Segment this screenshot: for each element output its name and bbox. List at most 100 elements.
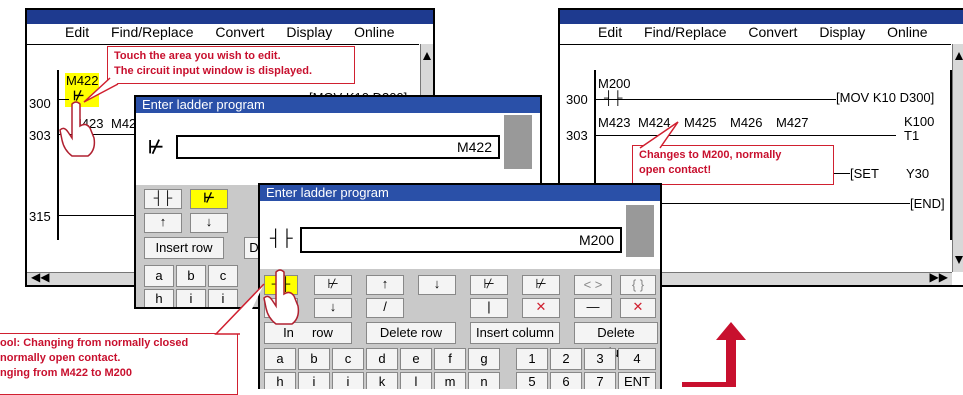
scroll-up-icon[interactable] xyxy=(955,52,963,60)
insert-column-button[interactable]: Insert column xyxy=(470,322,560,344)
menu-online[interactable]: Online xyxy=(354,24,394,40)
key-delete-vertical[interactable]: ✕ xyxy=(522,298,560,318)
key-falling-edge[interactable]: ↓ xyxy=(190,213,228,233)
right-title-bar xyxy=(560,10,963,24)
instruction-end: [END] xyxy=(910,196,945,211)
key-invert[interactable]: / xyxy=(366,298,404,318)
key-7[interactable]: 7 xyxy=(584,372,616,389)
row-number-303: 303 xyxy=(566,128,588,143)
menu-online[interactable]: Online xyxy=(887,24,927,40)
delete-column-button[interactable]: Delete column xyxy=(574,322,658,360)
instruction-set: [SET xyxy=(850,166,879,181)
right-vertical-scrollbar[interactable] xyxy=(952,44,963,272)
callout-changes: Changes to M200, normally open contact! xyxy=(632,145,834,185)
menu-edit[interactable]: Edit xyxy=(598,24,622,40)
key-l[interactable]: l xyxy=(400,372,432,389)
scroll-right-icon[interactable]: ▶▶ xyxy=(930,270,948,284)
key-b[interactable]: b xyxy=(176,265,206,287)
device-input-field[interactable]: M200 xyxy=(300,227,622,253)
rung-300-line xyxy=(596,99,858,100)
field-dropdown-icon[interactable] xyxy=(626,205,654,257)
key-enter[interactable]: ENT xyxy=(618,372,656,389)
key-e[interactable]: e xyxy=(400,348,432,370)
contact-label-m423: M423 xyxy=(598,115,631,130)
key-closed-pulse[interactable]: ⊬ xyxy=(470,275,508,295)
field-dropdown-icon[interactable] xyxy=(504,115,532,169)
menu-find-replace[interactable]: Find/Replace xyxy=(644,24,727,40)
normally-open-contact: ┤├ xyxy=(604,90,623,105)
menu-divider xyxy=(560,44,951,45)
key-g[interactable]: g xyxy=(468,348,500,370)
key-h[interactable]: h xyxy=(264,372,296,389)
menu-convert[interactable]: Convert xyxy=(748,24,797,40)
key-closed-contact[interactable]: ⊬ xyxy=(314,275,352,295)
key-vertical-line[interactable]: | xyxy=(470,298,508,318)
row-number-300: 300 xyxy=(566,92,588,107)
key-curly-bracket[interactable]: { } xyxy=(620,275,656,295)
row-number-300: 300 xyxy=(29,96,51,111)
touch-hand-icon xyxy=(59,101,96,157)
menu-divider xyxy=(27,44,419,45)
key-4[interactable]: 4 xyxy=(618,348,656,370)
key-n[interactable]: n xyxy=(468,372,500,389)
normally-open-symbol: ┤├ xyxy=(270,230,293,247)
key-6[interactable]: 6 xyxy=(550,372,582,389)
touch-hand-icon xyxy=(263,269,300,325)
scroll-down-icon[interactable] xyxy=(955,256,963,264)
key-j[interactable]: i xyxy=(332,372,364,389)
menu-convert[interactable]: Convert xyxy=(215,24,264,40)
key-closed-contact[interactable]: ⊬ xyxy=(190,189,228,209)
key-closed-pulse-2[interactable]: ⊬ xyxy=(522,275,560,295)
key-b[interactable]: b xyxy=(298,348,330,370)
key-i[interactable]: i xyxy=(176,289,206,307)
device-input-field[interactable]: M422 xyxy=(176,135,500,159)
key-delete-horizontal[interactable]: ✕ xyxy=(620,298,656,318)
menu-edit[interactable]: Edit xyxy=(65,24,89,40)
menu-display[interactable]: Display xyxy=(286,24,332,40)
row-number-303: 303 xyxy=(29,128,51,143)
callout-changes-pointer xyxy=(639,121,679,149)
key-k[interactable]: k xyxy=(366,372,398,389)
row-number-315: 315 xyxy=(29,209,51,224)
key-open-contact[interactable]: ┤├ xyxy=(144,189,182,209)
contact-label-m42: M42 xyxy=(111,116,137,131)
menu-find-replace[interactable]: Find/Replace xyxy=(111,24,194,40)
key-falling-pulse[interactable]: ↓ xyxy=(418,275,456,295)
scroll-up-icon[interactable] xyxy=(423,52,431,60)
key-1[interactable]: 1 xyxy=(516,348,548,370)
callout-tool-line1: ool: Changing from normally closed xyxy=(0,337,189,349)
dialog-title: Enter ladder program xyxy=(260,185,660,201)
key-a[interactable]: a xyxy=(144,265,174,287)
flow-arrow-icon xyxy=(682,322,746,387)
key-falling-edge[interactable]: ↓ xyxy=(314,298,352,318)
key-horizontal-line[interactable]: — xyxy=(574,298,612,318)
key-i[interactable]: i xyxy=(298,372,330,389)
key-c[interactable]: c xyxy=(332,348,364,370)
key-m[interactable]: m xyxy=(434,372,466,389)
ladder-input-dialog-front: Enter ladder program ┤├ M200 ┤├ ⊬ ↑ ↓ ⊬ … xyxy=(258,183,662,389)
dialog-title: Enter ladder program xyxy=(136,97,540,113)
key-h[interactable]: h xyxy=(144,289,174,307)
left-menu-bar: Edit Find/Replace Convert Display Online xyxy=(65,24,413,44)
key-rising-edge[interactable]: ↑ xyxy=(144,213,182,233)
right-menu-bar: Edit Find/Replace Convert Display Online xyxy=(598,24,946,44)
insert-row-button[interactable]: Insert row xyxy=(144,237,224,259)
key-f[interactable]: f xyxy=(434,348,466,370)
delete-row-button[interactable]: Delete row xyxy=(366,322,456,344)
contact-label-m426: M426 xyxy=(730,115,763,130)
scroll-left-icon[interactable]: ◀◀ xyxy=(31,270,49,284)
contact-label-m427: M427 xyxy=(776,115,809,130)
menu-display[interactable]: Display xyxy=(819,24,865,40)
callout-touch-line1: Touch the area you wish to edit. xyxy=(114,50,281,62)
output-y30: Y30 xyxy=(906,166,930,181)
key-5[interactable]: 5 xyxy=(516,372,548,389)
timer-coil: T1 xyxy=(904,128,920,143)
key-d[interactable]: d xyxy=(366,348,398,370)
key-rising-pulse[interactable]: ↑ xyxy=(366,275,404,295)
instruction-mov: [MOV K10 D300] xyxy=(836,90,935,105)
left-title-bar xyxy=(27,10,433,24)
key-2[interactable]: 2 xyxy=(550,348,582,370)
key-3[interactable]: 3 xyxy=(584,348,616,370)
key-angle-bracket[interactable]: < > xyxy=(574,275,612,295)
key-a[interactable]: a xyxy=(264,348,296,370)
